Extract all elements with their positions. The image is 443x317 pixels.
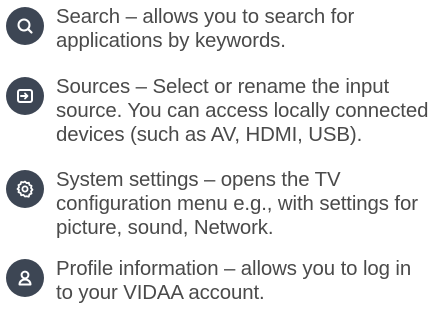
description-line: applications by keywords. bbox=[56, 30, 286, 52]
description-line: to your VIDAA account. bbox=[56, 282, 265, 304]
description-line: System settings – opens the TV bbox=[56, 169, 341, 191]
list-item-search: Search – allows you to search for applic… bbox=[6, 5, 443, 53]
description-line: Profile information – allows you to log … bbox=[56, 258, 412, 280]
description-line: picture, sound, Network. bbox=[56, 217, 274, 239]
input-source-icon bbox=[6, 77, 44, 115]
description-line: source. You can access locally connected bbox=[56, 100, 429, 122]
profile-icon bbox=[6, 259, 44, 297]
description-line: Sources – Select or rename the input bbox=[56, 76, 390, 98]
description-line: devices (such as AV, HDMI, USB). bbox=[56, 124, 363, 146]
list-item-sources: Sources – Select or rename the input sou… bbox=[6, 75, 443, 147]
search-description: Search – allows you to search for applic… bbox=[56, 5, 443, 53]
system-settings-description: System settings – opens the TV configura… bbox=[56, 168, 443, 240]
gear-icon bbox=[6, 170, 44, 208]
list-item-system-settings: System settings – opens the TV configura… bbox=[6, 168, 443, 240]
description-line: Search – allows you to search for bbox=[56, 6, 355, 28]
description-line: configuration menu e.g., with settings f… bbox=[56, 193, 418, 215]
list-item-profile: Profile information – allows you to log … bbox=[6, 257, 443, 305]
search-icon bbox=[6, 7, 44, 45]
profile-description: Profile information – allows you to log … bbox=[56, 257, 443, 305]
sources-description: Sources – Select or rename the input sou… bbox=[56, 75, 443, 147]
